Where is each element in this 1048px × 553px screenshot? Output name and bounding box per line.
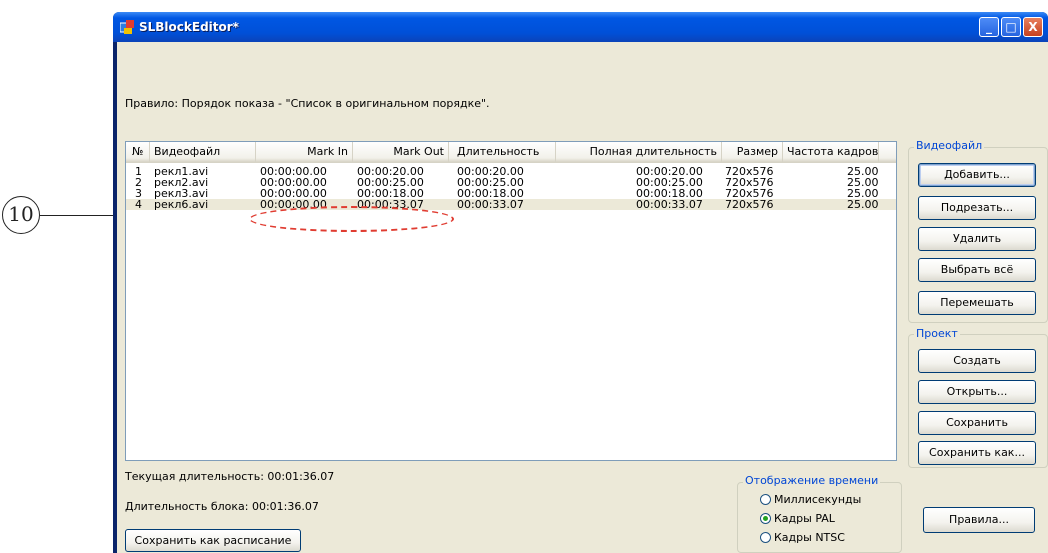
delete-button[interactable]: Удалить [918,227,1036,251]
radio-on-icon [760,513,771,524]
maximize-button[interactable]: □ [1001,17,1021,37]
save-as-button[interactable]: Сохранить как... [918,441,1036,465]
videofile-table[interactable]: № Видеофайл Mark In Mark Out Длительност… [125,141,897,461]
shuffle-button[interactable]: Перемешать [918,291,1036,315]
cell-framerate: 25.00 [847,198,879,211]
close-icon: X [1028,20,1038,34]
app-window: SLBlockEditor* _ □ X Правило: Порядок по… [113,12,1048,553]
open-button[interactable]: Открыть... [918,380,1036,404]
project-group-label: Проект [914,327,960,340]
trim-button[interactable]: Подрезать... [918,196,1036,220]
radio-ntsc-frames[interactable]: Кадры NTSC [760,531,845,544]
radio-label: Кадры PAL [774,512,835,525]
rule-label: Правило: Порядок показа - "Список в ориг… [125,97,490,110]
minimize-button[interactable]: _ [979,17,999,37]
create-button[interactable]: Создать [918,349,1036,373]
maximize-icon: □ [1005,20,1017,34]
callout-number: 10 [2,196,40,234]
save-as-schedule-button[interactable]: Сохранить как расписание [125,529,301,552]
cell-size: 720x576 [725,198,774,211]
add-button[interactable]: Добавить... [918,163,1036,187]
minimize-icon: _ [986,20,992,34]
radio-pal-frames[interactable]: Кадры PAL [760,512,835,525]
select-all-button[interactable]: Выбрать всё [918,258,1036,282]
column-header-duration[interactable]: Длительность [449,142,556,162]
column-header-size[interactable]: Размер [722,142,783,162]
title-bar[interactable]: SLBlockEditor* _ □ X [113,12,1048,42]
column-header-full-duration[interactable]: Полная длительность [556,142,722,162]
column-header-framerate[interactable]: Частота кадров [783,142,879,162]
videofile-group-label: Видеофайл [914,139,985,152]
cell-number: 4 [135,198,142,211]
client-area: Правило: Порядок показа - "Список в ориг… [117,42,1048,553]
save-button[interactable]: Сохранить [918,411,1036,435]
radio-off-icon [760,532,771,543]
column-header-file[interactable]: Видеофайл [150,142,256,162]
app-icon [120,20,134,34]
cell-file: рекл6.avi [154,198,209,211]
time-display-group-label: Отображение времени [743,474,881,487]
rules-button[interactable]: Правила... [923,507,1035,533]
cell-full-duration: 00:00:33.07 [636,198,703,211]
column-header-mark-out[interactable]: Mark Out [353,142,449,162]
table-header: № Видеофайл Mark In Mark Out Длительност… [126,142,896,163]
radio-label: Кадры NTSC [774,531,845,544]
radio-label: Миллисекунды [774,493,862,506]
cell-duration: 00:00:33.07 [457,198,524,211]
current-duration-label: Текущая длительность: 00:01:36.07 [125,470,335,483]
window-title: SLBlockEditor* [139,20,239,34]
radio-milliseconds[interactable]: Миллисекунды [760,493,861,506]
block-duration-label: Длительность блока: 00:01:36.07 [125,500,319,513]
close-button[interactable]: X [1023,17,1043,37]
table-row-selected[interactable]: 4 рекл6.avi 00:00:00.00 00:00:33.07 00:0… [126,199,896,210]
radio-off-icon [760,494,771,505]
column-header-number[interactable]: № [126,142,150,162]
highlight-oval [249,206,454,232]
column-header-mark-in[interactable]: Mark In [256,142,353,162]
